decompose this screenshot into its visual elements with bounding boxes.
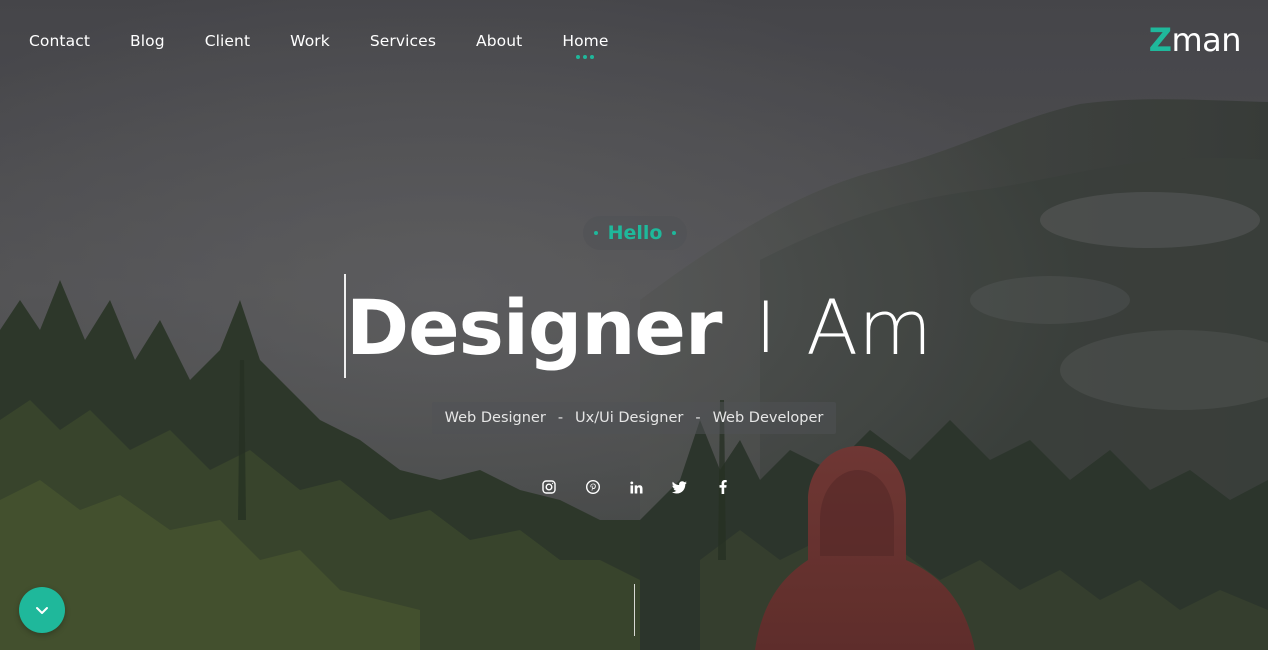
- nav-item-blog[interactable]: Blog: [130, 30, 165, 52]
- scroll-down-button[interactable]: [19, 587, 65, 633]
- role-separator: -: [557, 410, 564, 426]
- social-links: [538, 476, 734, 498]
- greeting-dot-left: [593, 231, 598, 235]
- nav-item-about[interactable]: About: [476, 30, 522, 52]
- hero-headline: Designer I Am: [344, 274, 933, 378]
- nav-item-work[interactable]: Work: [290, 30, 330, 52]
- facebook-icon[interactable]: [712, 476, 734, 498]
- active-indicator: [576, 55, 595, 59]
- typing-cursor: [344, 274, 346, 378]
- roles-list: Web Designer - Ux/Ui Designer - Web Deve…: [432, 402, 836, 434]
- nav-item-contact[interactable]: Contact: [29, 30, 90, 52]
- logo-initial: Z: [1148, 21, 1172, 59]
- nav-item-label: Client: [204, 32, 251, 50]
- greeting-text: Hello: [607, 222, 663, 244]
- greeting-dot-right: [672, 231, 677, 235]
- role-item: Ux/Ui Designer: [575, 410, 684, 426]
- nav-item-services[interactable]: Services: [370, 30, 436, 52]
- headline-end: Am: [806, 283, 933, 372]
- role-separator: -: [695, 410, 701, 426]
- indicator-dot: [576, 55, 581, 59]
- role-item: Web Developer: [712, 410, 824, 426]
- nav-item-client[interactable]: Client: [205, 30, 250, 52]
- headline-separator: I: [755, 287, 777, 369]
- scroll-indicator-line: [634, 584, 635, 636]
- twitter-icon[interactable]: [669, 476, 691, 498]
- nav-item-home[interactable]: Home: [562, 30, 609, 59]
- logo-text: man: [1171, 21, 1241, 59]
- instagram-icon[interactable]: [538, 476, 560, 498]
- main-nav: Contact Blog Client Work Services About Home: [29, 30, 609, 59]
- indicator-dot: [583, 55, 588, 59]
- indicator-dot: [590, 55, 595, 59]
- pinterest-icon[interactable]: [582, 476, 604, 498]
- role-item: Web Designer: [444, 410, 546, 426]
- linkedin-icon[interactable]: [625, 476, 647, 498]
- nav-item-label: Services: [369, 32, 436, 50]
- nav-item-label: Blog: [130, 32, 165, 50]
- site-logo[interactable]: Zman: [1148, 20, 1242, 60]
- nav-item-label: About: [476, 32, 523, 50]
- nav-item-label: Work: [290, 32, 330, 50]
- nav-item-label: Home: [562, 32, 609, 50]
- greeting-badge: Hello: [583, 216, 687, 250]
- chevron-down-icon: [36, 606, 48, 614]
- headline-role: Designer: [346, 283, 722, 372]
- nav-item-label: Contact: [29, 32, 91, 50]
